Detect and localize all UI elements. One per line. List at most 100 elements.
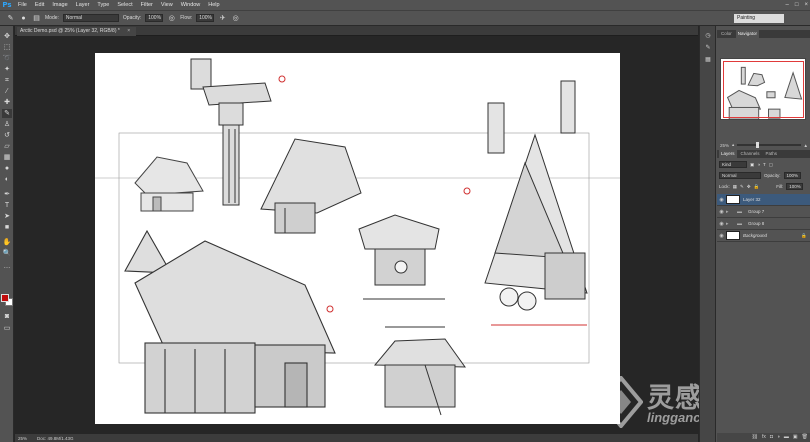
menu-file[interactable]: File xyxy=(14,0,31,10)
eyedropper-icon[interactable]: ⁄ xyxy=(2,87,12,96)
zoom-in-icon[interactable]: ▲ xyxy=(804,143,808,148)
pen-icon[interactable]: ✒ xyxy=(2,190,12,199)
brush-icon[interactable]: ✎ xyxy=(2,109,12,118)
navigator-thumbnail[interactable] xyxy=(720,58,806,120)
filter-type-icon[interactable]: T xyxy=(763,162,766,167)
menu-select[interactable]: Select xyxy=(113,0,136,10)
workspace-select[interactable]: Painting xyxy=(734,14,784,23)
visibility-eye-icon[interactable]: ◉ xyxy=(717,221,726,227)
lock-paint-icon[interactable]: ✎ xyxy=(740,184,744,190)
mode-select[interactable]: Normal xyxy=(62,14,119,22)
delete-layer-icon[interactable]: 🗑 xyxy=(802,433,808,442)
tab-channels[interactable]: Channels xyxy=(739,150,762,158)
new-group-icon[interactable]: ▬ xyxy=(784,433,789,442)
new-layer-icon[interactable]: ▣ xyxy=(793,433,798,442)
quick-mask-icon[interactable]: ◙ xyxy=(2,312,12,321)
eraser-icon[interactable]: ▱ xyxy=(2,142,12,151)
brush-preset-icon[interactable]: ✎ xyxy=(6,14,15,23)
quick-select-icon[interactable]: ✦ xyxy=(2,65,12,74)
layer-thumbnail xyxy=(726,195,740,204)
menu-filter[interactable]: Filter xyxy=(137,0,157,10)
maximize-button[interactable]: □ xyxy=(795,2,799,8)
close-window-button[interactable]: × xyxy=(804,2,808,8)
brush-panel-icon[interactable]: ✎ xyxy=(703,44,713,53)
menu-edit[interactable]: Edit xyxy=(31,0,48,10)
tab-paths[interactable]: Paths xyxy=(764,150,780,158)
type-icon[interactable]: T xyxy=(2,201,12,210)
menu-view[interactable]: View xyxy=(157,0,177,10)
lock-move-icon[interactable]: ✥ xyxy=(747,184,751,190)
add-mask-icon[interactable]: ◘ xyxy=(770,433,773,442)
zoom-slider-knob[interactable] xyxy=(756,142,760,148)
menu-type[interactable]: Type xyxy=(93,0,113,10)
filter-shape-icon[interactable]: ▢ xyxy=(769,162,773,168)
layer-opacity-field[interactable]: 100% xyxy=(783,172,801,179)
status-zoom[interactable]: 25% xyxy=(18,436,27,441)
crop-icon[interactable]: ⌗ xyxy=(2,76,12,85)
shape-icon[interactable]: ■ xyxy=(2,223,12,232)
more-tools-icon[interactable]: … xyxy=(2,262,12,271)
brush-size-icon[interactable]: ● xyxy=(19,14,28,23)
stamp-icon[interactable]: ♙ xyxy=(2,120,12,129)
menu-window[interactable]: Window xyxy=(177,0,205,10)
layer-row[interactable]: ◉ ▸ ▬ Group 8 xyxy=(717,218,810,230)
layer-kind-filter[interactable]: Kind xyxy=(719,161,747,168)
pressure-opacity-icon[interactable]: ◎ xyxy=(167,14,176,23)
history-panel-icon[interactable]: ◷ xyxy=(703,32,713,41)
layer-row[interactable]: ◉ Layer 32 xyxy=(717,194,810,206)
dodge-icon[interactable]: ◐ xyxy=(2,175,12,184)
visibility-eye-icon[interactable]: ◉ xyxy=(717,197,726,203)
canvas-area[interactable]: 灵感中国 lingganchina.com xyxy=(15,36,758,434)
lock-pixels-icon[interactable]: ▦ xyxy=(733,184,737,190)
foreground-color-swatch[interactable] xyxy=(1,294,9,302)
tab-layers[interactable]: Layers xyxy=(719,150,737,158)
artboard-sketch[interactable] xyxy=(95,53,620,424)
visibility-eye-icon[interactable]: ◉ xyxy=(717,209,726,215)
lasso-icon[interactable]: ➰ xyxy=(2,54,12,63)
opacity-field[interactable]: 100% xyxy=(145,14,164,22)
expand-arrow-icon[interactable]: ▸ xyxy=(726,209,734,215)
navigator-zoom-value[interactable]: 25% xyxy=(720,143,729,148)
expand-arrow-icon[interactable]: ▸ xyxy=(726,221,734,227)
history-brush-icon[interactable]: ↺ xyxy=(2,131,12,140)
fill-field[interactable]: 100% xyxy=(786,183,804,190)
filter-pixel-icon[interactable]: ▣ xyxy=(750,162,754,168)
path-select-icon[interactable]: ➤ xyxy=(2,212,12,221)
brush-panel-icon[interactable]: ▤ xyxy=(32,14,41,23)
blend-mode-select[interactable]: Normal xyxy=(719,172,761,179)
gradient-icon[interactable]: ▦ xyxy=(2,153,12,162)
menu-help[interactable]: Help xyxy=(204,0,223,10)
move-icon[interactable]: ✥ xyxy=(2,32,12,41)
close-tab-icon[interactable]: × xyxy=(127,28,130,34)
zoom-out-icon[interactable]: ▴ xyxy=(732,142,734,148)
tab-navigator[interactable]: Navigator xyxy=(735,30,760,38)
layer-row[interactable]: ◉ ▸ ▬ Group 7 xyxy=(717,206,810,218)
zoom-icon[interactable]: 🔍 xyxy=(2,249,12,258)
swatches-panel-icon[interactable]: ▦ xyxy=(703,56,713,65)
hand-icon[interactable]: ✋ xyxy=(2,238,12,247)
filter-adjust-icon[interactable]: ◑ xyxy=(757,162,760,167)
collapsed-panel-dock: ◷ ✎ ▦ xyxy=(700,26,716,442)
link-layers-icon[interactable]: ⛓ xyxy=(752,433,758,442)
zoom-slider[interactable] xyxy=(737,142,801,148)
tab-color[interactable]: Color xyxy=(719,30,734,38)
lock-all-icon[interactable]: 🔒 xyxy=(754,184,760,190)
document-tab[interactable]: Arctic Demo.psd @ 25% (Layer 32, RGB/8) … xyxy=(17,27,137,36)
screen-mode-icon[interactable]: ▭ xyxy=(2,324,12,333)
pressure-size-icon[interactable]: ◎ xyxy=(231,14,240,23)
menu-layer[interactable]: Layer xyxy=(72,0,94,10)
layers-footer: ⛓ fx ◘ ◑ ▬ ▣ 🗑 xyxy=(717,433,810,442)
tools-panel: ✥ ⬚ ➰ ✦ ⌗ ⁄ ✚ ✎ ♙ ↺ ▱ ▦ ● ◐ ✒ T ➤ ■ ✋ 🔍 … xyxy=(0,26,14,442)
minimize-button[interactable]: – xyxy=(786,2,789,8)
menu-image[interactable]: Image xyxy=(48,0,71,10)
airbrush-icon[interactable]: ✈ xyxy=(218,14,227,23)
blur-icon[interactable]: ● xyxy=(2,164,12,173)
visibility-eye-icon[interactable]: ◉ xyxy=(717,233,726,239)
layer-style-icon[interactable]: fx xyxy=(762,433,766,442)
flow-field[interactable]: 100% xyxy=(196,14,215,22)
navigator-view-box[interactable] xyxy=(723,61,804,118)
marquee-icon[interactable]: ⬚ xyxy=(2,43,12,52)
healing-icon[interactable]: ✚ xyxy=(2,98,12,107)
layer-row[interactable]: ◉ Background 🔒 xyxy=(717,230,810,242)
adjustment-layer-icon[interactable]: ◑ xyxy=(777,433,780,442)
